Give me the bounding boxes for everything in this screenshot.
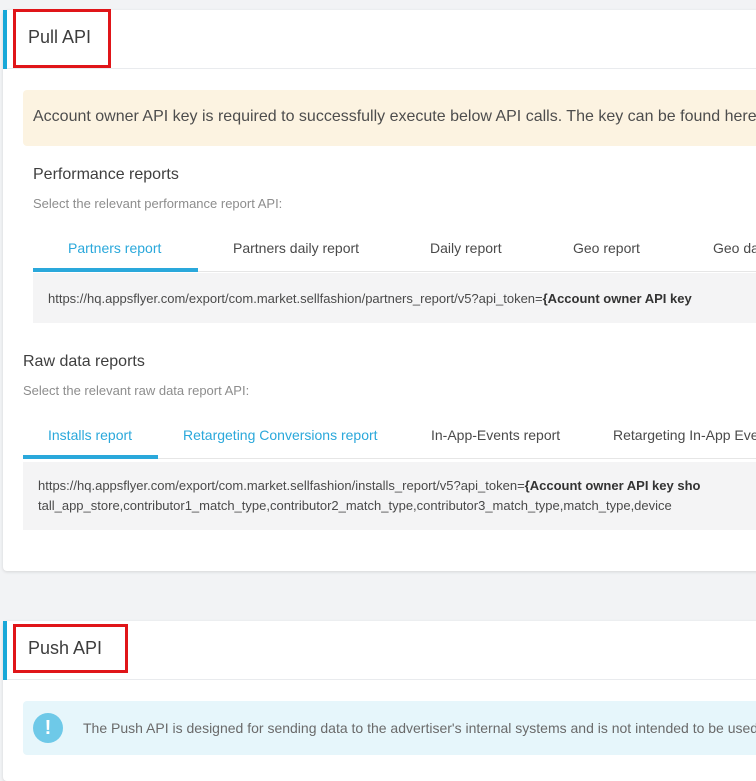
tab-partners-daily-report[interactable]: Partners daily report — [233, 225, 359, 271]
push-api-highlight-box — [13, 624, 128, 673]
api-key-warning: Account owner API key is required to suc… — [23, 90, 756, 146]
partners-report-url[interactable]: https://hq.appsflyer.com/export/com.mark… — [33, 273, 756, 323]
exclamation-icon: ! — [33, 713, 63, 743]
performance-reports-title: Performance reports — [33, 166, 179, 183]
tab-geo-daily-report[interactable]: Geo da — [713, 225, 756, 271]
push-api-info: ! The Push API is designed for sending d… — [23, 701, 756, 755]
performance-tabs: Partners report Partners daily report Da… — [33, 225, 756, 272]
installs-report-url-line1: https://hq.appsflyer.com/export/com.mark… — [38, 478, 700, 493]
header-accent-bar — [3, 10, 7, 69]
api-key-warning-text: Account owner API key is required to suc… — [33, 108, 756, 125]
installs-report-url-line2: tall_app_store,contributor1_match_type,c… — [38, 498, 672, 513]
tab-in-app-events-report[interactable]: In-App-Events report — [431, 412, 560, 458]
partners-report-url-text: https://hq.appsflyer.com/export/com.mark… — [48, 291, 692, 306]
pull-api-highlight-box — [13, 9, 111, 68]
tab-retargeting-in-app-events-report[interactable]: Retargeting In-App Eve — [613, 412, 756, 458]
header-accent-bar — [3, 621, 7, 680]
active-tab-indicator — [33, 268, 198, 272]
tab-geo-report[interactable]: Geo report — [573, 225, 640, 271]
push-api-info-text: The Push API is designed for sending dat… — [83, 720, 756, 736]
raw-data-reports-title: Raw data reports — [23, 353, 145, 370]
tab-partners-report[interactable]: Partners report — [68, 225, 161, 271]
url-api-key-placeholder: {Account owner API key — [542, 291, 692, 306]
tab-retargeting-conversions-report[interactable]: Retargeting Conversions report — [183, 412, 378, 458]
tab-daily-report[interactable]: Daily report — [430, 225, 502, 271]
raw-data-reports-subtitle: Select the relevant raw data report API: — [23, 383, 250, 398]
active-tab-indicator — [23, 455, 158, 459]
tab-installs-report[interactable]: Installs report — [48, 412, 132, 458]
url-prefix: https://hq.appsflyer.com/export/com.mark… — [38, 478, 525, 493]
url-prefix: https://hq.appsflyer.com/export/com.mark… — [48, 291, 543, 306]
pull-api-card: Pull API Account owner API key is requir… — [3, 10, 756, 571]
url-api-key-placeholder: {Account owner API key sho — [524, 478, 701, 493]
installs-report-url[interactable]: https://hq.appsflyer.com/export/com.mark… — [23, 462, 756, 530]
performance-reports-subtitle: Select the relevant performance report A… — [33, 196, 283, 211]
pull-api-header: Pull API — [3, 10, 756, 69]
raw-data-tabs: Installs report Retargeting Conversions … — [23, 412, 756, 459]
